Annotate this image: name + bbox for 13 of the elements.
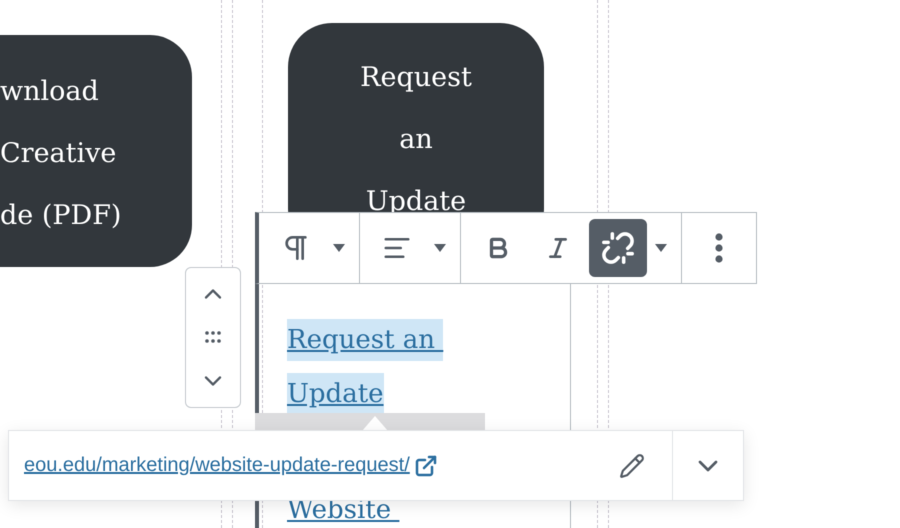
- broken-link-icon: [601, 231, 635, 265]
- link-button[interactable]: [589, 219, 647, 277]
- link-text[interactable]: Update: [287, 373, 384, 415]
- caret-icon: [655, 244, 667, 252]
- more-icon: [715, 233, 723, 263]
- drag-handle-icon[interactable]: [203, 331, 223, 344]
- caret-icon: [333, 244, 345, 252]
- link-text[interactable]: Request an: [287, 319, 444, 361]
- caret-icon: [434, 244, 446, 252]
- link-url[interactable]: eou.edu/marketing/website-update-request/: [24, 454, 410, 477]
- pencil-icon: [619, 452, 645, 478]
- external-link-icon: [414, 454, 438, 478]
- download-button[interactable]: wnload Creative de (PDF): [0, 35, 192, 267]
